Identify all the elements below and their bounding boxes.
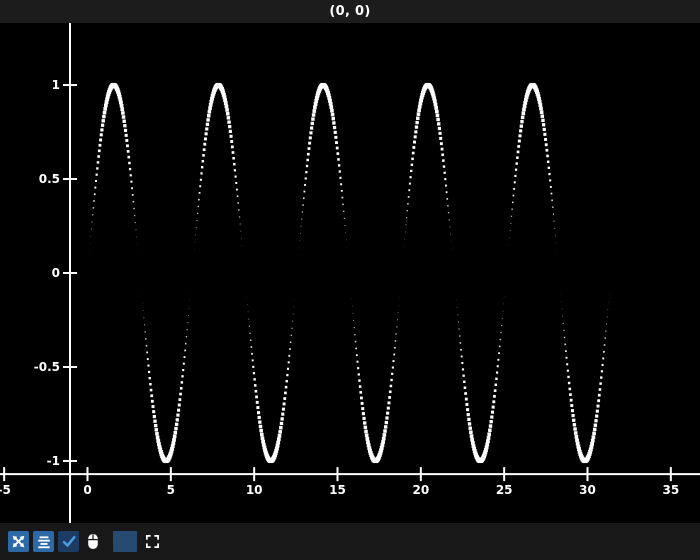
y-tick-label: -1 bbox=[47, 454, 60, 468]
plot-canvas[interactable]: -5 0 5 10 15 20 25 30 35 1 0.5 0 -0.5 -1 bbox=[0, 23, 700, 523]
y-tick-label: 1 bbox=[52, 78, 60, 92]
axes: -5 0 5 10 15 20 25 30 35 1 0.5 0 -0.5 -1 bbox=[0, 23, 700, 523]
align-center-icon bbox=[37, 535, 51, 549]
mouse-icon bbox=[85, 533, 101, 550]
pan-button[interactable] bbox=[8, 531, 29, 552]
y-tick-label: 0 bbox=[52, 266, 60, 280]
x-tick-label: 10 bbox=[246, 483, 263, 497]
x-tick-label: 35 bbox=[662, 483, 679, 497]
align-center-button[interactable] bbox=[33, 531, 54, 552]
x-tick-label: 0 bbox=[83, 483, 91, 497]
fullscreen-button[interactable] bbox=[143, 531, 162, 552]
color-swatch[interactable] bbox=[113, 531, 137, 552]
x-tick-label: 5 bbox=[167, 483, 175, 497]
x-tick-label: 25 bbox=[496, 483, 513, 497]
x-tick-label: 30 bbox=[579, 483, 596, 497]
checkbox-button[interactable] bbox=[58, 531, 79, 552]
plot-toolbar bbox=[0, 523, 700, 560]
plot-window: (0, 0) -5 0 5 10 15 20 25 30 35 1 0.5 0 -0.5 -1 bbox=[0, 0, 700, 560]
y-tick-label: -0.5 bbox=[34, 360, 60, 374]
plot-svg[interactable]: -5 0 5 10 15 20 25 30 35 1 0.5 0 -0.5 -1 bbox=[0, 23, 700, 523]
plot-title: (0, 0) bbox=[329, 4, 370, 19]
x-tick-label: 15 bbox=[329, 483, 346, 497]
check-icon bbox=[61, 534, 76, 549]
move-arrows-icon bbox=[11, 534, 26, 549]
titlebar: (0, 0) bbox=[0, 0, 700, 23]
x-tick-label: 20 bbox=[412, 483, 429, 497]
x-tick-label: -5 bbox=[0, 483, 11, 497]
scatter-points bbox=[89, 83, 609, 463]
fullscreen-icon bbox=[145, 534, 160, 549]
mouse-indicator[interactable] bbox=[83, 531, 102, 552]
y-tick-label: 0.5 bbox=[39, 172, 60, 186]
